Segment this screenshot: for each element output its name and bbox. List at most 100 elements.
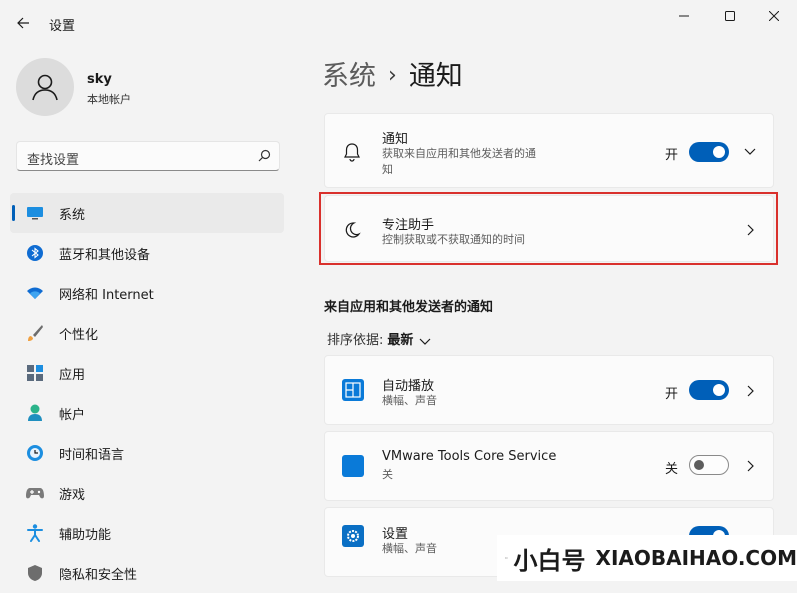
app-title: VMware Tools Core Service: [382, 449, 556, 464]
app-title: 设置: [382, 523, 408, 542]
bluetooth-icon: [26, 244, 44, 262]
sidebar-item-accessibility[interactable]: 辅助功能: [10, 513, 284, 553]
sidebar-item-label: 游戏: [59, 484, 85, 503]
toggle-state-label: 开: [665, 383, 678, 402]
app-description: 横幅、声音: [382, 541, 437, 557]
sidebar-item-system[interactable]: 系统: [10, 193, 284, 233]
chevron-down-icon: [419, 335, 431, 350]
vmware-toggle[interactable]: [689, 455, 729, 475]
app-title: 自动播放: [382, 375, 434, 394]
gamepad-icon: [26, 484, 44, 502]
app-description: 关: [382, 467, 393, 483]
minimize-button[interactable]: [661, 0, 707, 32]
app-row-vmware[interactable]: VMware Tools Core Service 关 关: [324, 431, 774, 501]
sidebar-item-label: 应用: [59, 364, 85, 383]
app-row-autoplay[interactable]: 自动播放 横幅、声音 开: [324, 355, 774, 425]
sidebar-item-personalization[interactable]: 个性化: [10, 313, 284, 353]
sidebar-item-label: 帐户: [59, 404, 85, 423]
toggle-knob: [694, 460, 704, 470]
notifications-toggle[interactable]: [689, 142, 729, 162]
notifications-description-line2: 知: [382, 162, 536, 178]
sidebar-item-accounts[interactable]: 帐户: [10, 393, 284, 433]
chevron-down-icon: [744, 148, 756, 156]
brush-icon: [26, 324, 44, 342]
toggle-knob: [713, 384, 725, 396]
toggle-knob: [713, 146, 725, 158]
back-button[interactable]: [10, 10, 36, 36]
sidebar-item-label: 网络和 Internet: [59, 284, 154, 303]
focus-assist-description: 控制获取或不获取通知的时间: [382, 232, 525, 248]
minimize-icon: [679, 11, 689, 21]
expand-button[interactable]: [742, 144, 758, 160]
sidebar-item-network[interactable]: 网络和 Internet: [10, 273, 284, 313]
maximize-icon: [725, 11, 735, 21]
account-type: 本地帐户: [87, 91, 131, 107]
breadcrumb-parent[interactable]: 系统: [322, 61, 376, 92]
selection-indicator: [12, 205, 15, 221]
app-description: 横幅、声音: [382, 393, 437, 409]
close-button[interactable]: [751, 0, 797, 32]
maximize-button[interactable]: [707, 0, 753, 32]
chevron-right-icon: [747, 385, 755, 397]
focus-assist-card[interactable]: 专注助手 控制获取或不获取通知的时间: [324, 195, 774, 262]
sidebar-nav: 系统 蓝牙和其他设备 网络和 Internet 个性化 应用 帐户 时间和语: [0, 193, 290, 593]
settings-gear-icon: [341, 524, 365, 548]
focus-assist-title: 专注助手: [382, 214, 434, 233]
avatar: [16, 58, 74, 116]
watermark-en: XIAOBAIHAO.COM: [596, 546, 797, 570]
app-title: 设置: [49, 15, 75, 34]
sidebar-item-apps[interactable]: 应用: [10, 353, 284, 393]
sidebar-item-label: 系统: [59, 204, 85, 223]
sort-label: 排序依据:: [327, 333, 383, 348]
autoplay-toggle[interactable]: [689, 380, 729, 400]
section-title: 来自应用和其他发送者的通知: [324, 296, 493, 315]
autoplay-icon: [341, 378, 365, 402]
sidebar-item-gaming[interactable]: 游戏: [10, 473, 284, 513]
navigate-button[interactable]: [743, 222, 759, 238]
account-icon: [26, 404, 44, 422]
navigate-button[interactable]: [743, 458, 759, 474]
chevron-right-icon: [747, 224, 755, 236]
sidebar-item-privacy[interactable]: 隐私和安全性: [10, 553, 284, 593]
network-icon: [26, 284, 44, 302]
user-name: sky: [87, 72, 112, 87]
watermark: 小白号 XIAOBAIHAO.COM: [497, 535, 797, 581]
page-title: 通知: [409, 61, 463, 92]
notifications-title: 通知: [382, 128, 408, 147]
sound-wave-icon: [505, 543, 508, 573]
time-language-icon: [26, 444, 44, 462]
user-icon: [30, 72, 60, 102]
arrow-left-icon: [16, 16, 30, 30]
moon-icon: [342, 220, 362, 240]
sort-dropdown[interactable]: 排序依据: 最新: [327, 329, 431, 350]
navigate-button[interactable]: [743, 383, 759, 399]
shield-icon: [26, 564, 44, 582]
notifications-description: 获取来自应用和其他发送者的通 知: [382, 146, 536, 178]
accessibility-icon: [26, 524, 44, 542]
notifications-setting-card[interactable]: 通知 获取来自应用和其他发送者的通 知 开: [324, 113, 774, 188]
sidebar-item-label: 隐私和安全性: [59, 564, 137, 583]
sidebar-item-label: 时间和语言: [59, 444, 124, 463]
toggle-state-label: 开: [665, 144, 678, 163]
sidebar-item-label: 辅助功能: [59, 524, 111, 543]
search-placeholder: 查找设置: [27, 149, 79, 168]
apps-icon: [26, 364, 44, 382]
toggle-state-label: 关: [665, 458, 678, 477]
sidebar-item-label: 个性化: [59, 324, 98, 343]
title-bar: 设置: [0, 0, 797, 44]
breadcrumb: 系统 › 通知: [322, 54, 463, 93]
vmware-icon: [341, 454, 365, 478]
sort-value: 最新: [387, 333, 413, 348]
breadcrumb-separator: ›: [388, 63, 397, 88]
chevron-right-icon: [747, 460, 755, 472]
search-input[interactable]: 查找设置: [16, 141, 280, 171]
sidebar-item-label: 蓝牙和其他设备: [59, 244, 150, 263]
watermark-cn: 小白号: [514, 541, 586, 576]
search-icon: [256, 148, 272, 164]
sidebar-item-bluetooth[interactable]: 蓝牙和其他设备: [10, 233, 284, 273]
sidebar-item-time-language[interactable]: 时间和语言: [10, 433, 284, 473]
close-icon: [769, 11, 779, 21]
system-icon: [26, 204, 44, 222]
bell-icon: [342, 142, 362, 162]
notifications-description-line1: 获取来自应用和其他发送者的通: [382, 146, 536, 162]
